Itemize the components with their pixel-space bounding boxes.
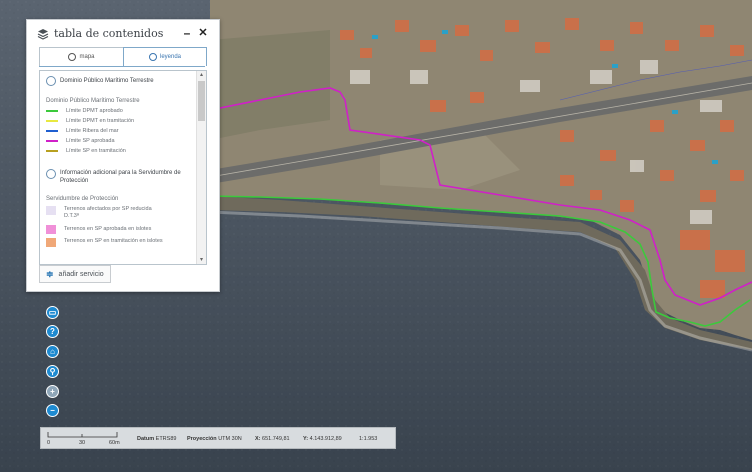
panel-header: tabla de contenidos – ✕ bbox=[27, 20, 219, 47]
home-icon: ⌂ bbox=[50, 347, 55, 356]
legend-item-label: Terrenos en SP aprobada en islotes bbox=[64, 226, 152, 232]
tab-leyenda-label: leyenda bbox=[159, 54, 182, 60]
print-button[interactable]: ▭ bbox=[46, 306, 59, 319]
projection-readout: Proyección UTM 30N bbox=[187, 436, 242, 442]
scale-readout: 1:1.953 bbox=[359, 436, 378, 442]
legend-item: Límite DPMT en tramitación bbox=[46, 117, 134, 125]
panel-tabs: mapa leyenda bbox=[39, 47, 207, 67]
blue-line-swatch bbox=[46, 130, 58, 132]
legend-item: Terrenos en SP aprobada en islotes bbox=[46, 224, 151, 234]
datum-value: ETRS89 bbox=[155, 436, 177, 442]
section-title-dpmt: Dominio Público Marítimo Terrestre bbox=[60, 78, 154, 84]
add-layer-icon: ≑ bbox=[46, 268, 54, 279]
legend-item-label: Límite DPMT aprobado bbox=[66, 108, 123, 114]
sp-section-icon bbox=[46, 169, 56, 179]
section-subtitle-sp: Servidumbre de Protección bbox=[46, 196, 119, 202]
table-of-contents-panel: tabla de contenidos – ✕ mapa leyenda Dom… bbox=[26, 19, 220, 292]
help-icon: ? bbox=[50, 327, 55, 336]
scale-tick: 30 bbox=[79, 440, 86, 446]
legend-item-label: Límite DPMT en tramitación bbox=[66, 118, 135, 124]
legend-item-label: Terrenos afectados por SP reducida D.T.3… bbox=[64, 206, 152, 219]
scroll-thumb[interactable] bbox=[198, 81, 205, 121]
legend-item-label: Límite SP aprobada bbox=[66, 138, 115, 144]
orange-fill-swatch bbox=[46, 238, 56, 247]
zoom-out-icon: − bbox=[50, 406, 55, 415]
scale-tick: 0 bbox=[47, 440, 51, 446]
legend-scrollbar[interactable]: ▴ ▾ bbox=[196, 71, 206, 264]
y-label: Y: bbox=[303, 436, 309, 442]
y-coordinate-readout: Y: 4.143.912,89 bbox=[303, 436, 342, 442]
legend-item-label: Terrenos en SP en tramitación en islotes bbox=[64, 238, 163, 244]
pink-fill-swatch bbox=[46, 224, 56, 234]
y-value: 4.143.912,89 bbox=[309, 436, 342, 442]
legend-item-label: Límite SP en tramitación bbox=[66, 148, 126, 154]
home-button[interactable]: ⌂ bbox=[46, 345, 59, 358]
legend-content: Dominio Público Marítimo Terrestre Domin… bbox=[40, 71, 195, 264]
section-title-sp: Información adicional para la Servidumbr… bbox=[60, 170, 181, 184]
projection-label: Proyección bbox=[187, 436, 217, 442]
print-icon: ▭ bbox=[48, 308, 57, 317]
zoom-in-icon: + bbox=[50, 387, 55, 396]
add-service-label: añadir servicio bbox=[58, 270, 104, 278]
legend-item: Límite DPMT aprobado bbox=[46, 107, 123, 115]
legend-box[interactable]: Dominio Público Marítimo Terrestre Domin… bbox=[39, 70, 207, 265]
scale-bar bbox=[47, 432, 118, 438]
scale-tick: 60m bbox=[109, 440, 120, 446]
projection-value: UTM 30N bbox=[218, 436, 242, 442]
scroll-down-arrow-icon[interactable]: ▾ bbox=[197, 256, 206, 264]
datum-readout: Datum ETRS89 bbox=[137, 436, 176, 442]
datum-label: Datum bbox=[137, 436, 155, 442]
legend-item: Límite SP en tramitación bbox=[46, 147, 126, 155]
legend-item: Terrenos afectados por SP reducida D.T.3… bbox=[46, 206, 164, 222]
zoom-in-button[interactable]: + bbox=[46, 385, 59, 398]
legend-item: Terrenos en SP en tramitación en islotes bbox=[46, 238, 164, 254]
x-coordinate-readout: X: 651.749,81 bbox=[255, 436, 290, 442]
minimize-button[interactable]: – bbox=[181, 26, 193, 40]
green-line-swatch bbox=[46, 110, 58, 112]
layers-icon bbox=[37, 29, 49, 40]
x-label: X: bbox=[255, 436, 261, 442]
yellow-line-swatch bbox=[46, 120, 58, 122]
search-icon: ⚲ bbox=[49, 367, 56, 376]
scroll-up-arrow-icon[interactable]: ▴ bbox=[197, 71, 206, 79]
legend-item-label: Límite Ribera del mar bbox=[66, 128, 119, 134]
tab-mapa-label: mapa bbox=[79, 54, 95, 60]
add-service-button[interactable]: ≑ añadir servicio bbox=[39, 265, 111, 283]
close-button[interactable]: ✕ bbox=[197, 26, 209, 40]
help-button[interactable]: ? bbox=[46, 325, 59, 338]
olive-line-swatch bbox=[46, 150, 58, 152]
zoom-out-button[interactable]: − bbox=[46, 404, 59, 417]
tab-mapa[interactable]: mapa bbox=[39, 47, 124, 66]
panel-title: tabla de contenidos bbox=[54, 27, 164, 40]
dpmt-section-icon bbox=[46, 76, 56, 86]
search-button[interactable]: ⚲ bbox=[46, 365, 59, 378]
tab-leyenda[interactable]: leyenda bbox=[123, 47, 207, 66]
x-value: 651.749,81 bbox=[262, 436, 290, 442]
lavender-fill-swatch bbox=[46, 206, 56, 215]
legend-item: Límite Ribera del mar bbox=[46, 127, 119, 135]
status-bar: 0 30 60m Datum ETRS89 Proyección UTM 30N… bbox=[40, 427, 396, 449]
map-icon bbox=[68, 53, 77, 61]
legend-icon bbox=[148, 53, 157, 61]
section-subtitle-dpmt: Dominio Público Marítimo Terrestre bbox=[46, 98, 140, 104]
legend-item: Límite SP aprobada bbox=[46, 137, 115, 145]
magenta-line-swatch bbox=[46, 140, 58, 142]
